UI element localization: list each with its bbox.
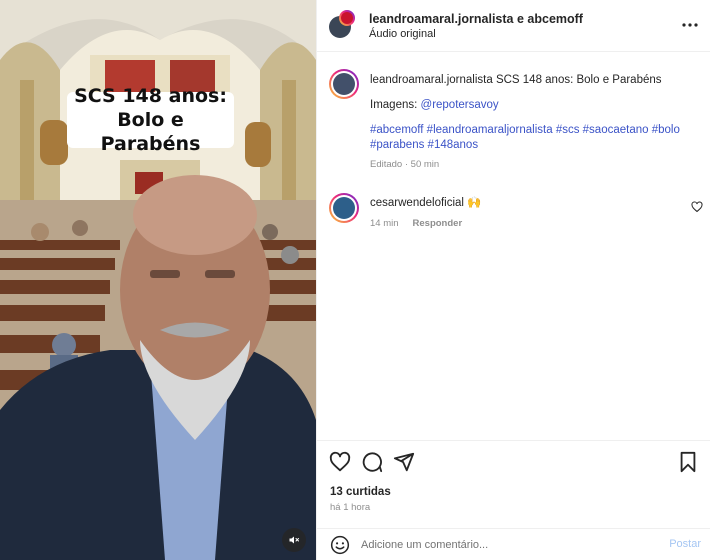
post-header: leandroamaral.jornalista e abcemoff Áudi… (317, 0, 710, 52)
more-horizontal-icon (682, 23, 698, 27)
audio-label[interactable]: Áudio original (369, 28, 436, 40)
comment-composer: Postar (317, 528, 710, 560)
reply-button[interactable]: Responder (413, 218, 463, 229)
comment-input[interactable] (361, 536, 651, 554)
edited-label: Editado · 50 min (370, 159, 440, 170)
comment-time[interactable]: 14 min (370, 218, 399, 229)
comment-like-heart-icon[interactable] (691, 201, 703, 213)
header-usernames[interactable]: leandroamaral.jornalista e abcemoff (369, 12, 583, 26)
more-options-button[interactable] (679, 14, 701, 36)
caption-username[interactable]: leandroamaral.jornalista (370, 74, 493, 86)
comment-username[interactable]: cesarwendeloficial (370, 197, 464, 209)
share-send-icon[interactable] (393, 451, 415, 473)
post-caption: leandroamaral.jornalista SCS 148 anos: B… (370, 73, 700, 172)
speaker-muted-icon (289, 536, 299, 544)
commenter-avatar (333, 197, 355, 219)
comment-bubble-icon[interactable] (361, 451, 383, 473)
coauthor-avatar-ring[interactable] (339, 10, 355, 26)
post-panel: leandroamaral.jornalista e abcemoff Áudi… (316, 0, 710, 560)
bookmark-icon[interactable] (677, 451, 699, 473)
comment-meta: 14 min Responder (370, 218, 462, 229)
video-text-overlay: SCS 148 anos: Bolo e Parabéns (67, 85, 234, 155)
hashtags-line-1[interactable]: #abcemoff #leandroamaraljornalista #scs … (370, 124, 680, 136)
comment-text: 🙌 (467, 197, 482, 209)
post-actions: 13 curtidas há 1 hora (317, 440, 710, 528)
credits-label: Imagens: (370, 99, 418, 111)
overlay-line-1: SCS 148 anos: (74, 85, 227, 107)
credits-link[interactable]: @repotersavoy (421, 99, 499, 111)
hashtags-line-2[interactable]: #parabens #148anos (370, 139, 478, 151)
post-time[interactable]: há 1 hora (330, 502, 370, 513)
caption-avatar-ring[interactable] (329, 69, 359, 99)
caption-text: SCS 148 anos: Bolo e Parabéns (495, 74, 662, 86)
comment-item: cesarwendeloficial 🙌 (370, 196, 690, 211)
post-button[interactable]: Postar (669, 538, 701, 550)
like-heart-icon[interactable] (329, 451, 351, 473)
likes-count[interactable]: 13 curtidas (330, 486, 391, 498)
emoji-smiley-icon[interactable] (330, 535, 350, 555)
caption-avatar (333, 73, 355, 95)
coauthor-avatar (341, 12, 353, 24)
commenter-avatar-ring[interactable] (329, 193, 359, 223)
comments-area: leandroamaral.jornalista SCS 148 anos: B… (317, 53, 710, 439)
overlay-line-2: Bolo e Parabéns (100, 109, 201, 155)
video-player[interactable]: SCS 148 anos: Bolo e Parabéns (0, 0, 316, 560)
mute-button[interactable] (282, 528, 306, 552)
